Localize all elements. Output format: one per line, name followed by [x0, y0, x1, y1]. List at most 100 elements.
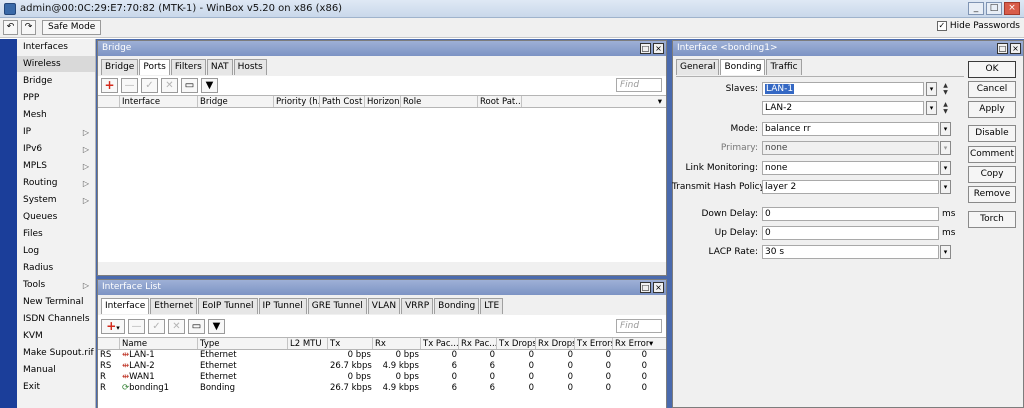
- enable-check-icon[interactable]: ✓: [148, 318, 165, 334]
- column-rx[interactable]: Rx: [373, 338, 421, 349]
- column-tx-drops[interactable]: Tx Drops: [497, 338, 536, 349]
- menu-item-queues[interactable]: Queues: [17, 209, 95, 226]
- menu-item-new-terminal[interactable]: New Terminal: [17, 294, 95, 311]
- menu-item-ip[interactable]: IP ▷: [17, 124, 95, 141]
- menu-item-radius[interactable]: Radius: [17, 260, 95, 277]
- menu-item-make-supout[interactable]: Make Supout.rif: [17, 345, 95, 362]
- tab-bonding[interactable]: Bonding: [720, 59, 766, 75]
- tab-gre-tunnel[interactable]: GRE Tunnel: [307, 298, 367, 314]
- link-monitoring-select[interactable]: none: [762, 161, 939, 175]
- column-priority[interactable]: Priority (h...: [274, 96, 320, 107]
- column-tx-packets[interactable]: Tx Pac...: [421, 338, 459, 349]
- find-input[interactable]: Find: [616, 319, 662, 333]
- tab-interface[interactable]: Interface: [101, 298, 150, 314]
- tab-hosts[interactable]: Hosts: [233, 59, 267, 75]
- find-input[interactable]: Find: [616, 78, 662, 92]
- column-path-cost[interactable]: Path Cost: [320, 96, 365, 107]
- menu-item-log[interactable]: Log: [17, 243, 95, 260]
- tab-ethernet[interactable]: Ethernet: [150, 298, 198, 314]
- lacp-rate-dropdown-icon[interactable]: ▾: [940, 245, 951, 259]
- tab-lte[interactable]: LTE: [480, 298, 504, 314]
- table-row[interactable]: RS ⇹LAN-1 Ethernet 0 bps 0 bps 0 0 0 0 0…: [98, 350, 666, 361]
- slave-2-select[interactable]: LAN-2: [762, 101, 924, 115]
- close-button[interactable]: ×: [1004, 2, 1020, 15]
- link-monitoring-dropdown-icon[interactable]: ▾: [940, 161, 951, 175]
- menu-item-ppp[interactable]: PPP: [17, 90, 95, 107]
- column-rx-packets[interactable]: Rx Pac...: [459, 338, 497, 349]
- add-icon[interactable]: +: [101, 78, 118, 93]
- tab-bridge[interactable]: Bridge: [101, 59, 139, 75]
- slave-1-dropdown-icon[interactable]: ▾: [926, 82, 937, 96]
- menu-item-wireless[interactable]: Wireless: [17, 56, 95, 73]
- column-rx-errors[interactable]: Rx Errors: [613, 338, 649, 349]
- column-horizon[interactable]: Horizon: [365, 96, 401, 107]
- remove-icon[interactable]: —: [128, 318, 145, 334]
- cancel-button[interactable]: Cancel: [968, 81, 1016, 98]
- columns-dropdown-icon[interactable]: ▾: [649, 338, 666, 349]
- disable-x-icon[interactable]: ✕: [168, 318, 185, 334]
- restore-icon[interactable]: □: [997, 43, 1008, 54]
- ok-button[interactable]: OK: [968, 61, 1016, 78]
- tab-ip-tunnel[interactable]: IP Tunnel: [258, 298, 307, 314]
- remove-icon[interactable]: —: [121, 78, 138, 93]
- menu-item-manual[interactable]: Manual: [17, 362, 95, 379]
- minimize-button[interactable]: _: [968, 2, 984, 15]
- slave-1-select[interactable]: LAN-1: [762, 82, 924, 96]
- close-icon[interactable]: ×: [653, 282, 664, 293]
- lacp-rate-select[interactable]: 30 s: [762, 245, 939, 259]
- comment-icon[interactable]: ▭: [188, 318, 205, 334]
- tab-bonding[interactable]: Bonding: [434, 298, 480, 314]
- column-l2mtu[interactable]: L2 MTU: [288, 338, 328, 349]
- disable-x-icon[interactable]: ✕: [161, 78, 178, 93]
- hash-policy-select[interactable]: layer 2: [762, 180, 939, 194]
- mode-select[interactable]: balance rr: [762, 122, 939, 136]
- restore-icon[interactable]: □: [640, 43, 651, 54]
- undo-icon[interactable]: ↶: [3, 20, 18, 35]
- safe-mode-button[interactable]: Safe Mode: [42, 20, 102, 35]
- maximize-button[interactable]: □: [986, 2, 1002, 15]
- column-tx-errors[interactable]: Tx Errors: [575, 338, 613, 349]
- menu-item-exit[interactable]: Exit: [17, 379, 95, 396]
- torch-button[interactable]: Torch: [968, 211, 1016, 228]
- menu-item-tools[interactable]: Tools ▷: [17, 277, 95, 294]
- disable-button[interactable]: Disable: [968, 125, 1016, 142]
- slave-2-updown-icon[interactable]: ▲ ▼: [941, 101, 950, 115]
- redo-icon[interactable]: ↷: [21, 20, 36, 35]
- menu-item-files[interactable]: Files: [17, 226, 95, 243]
- checkbox-checked-icon[interactable]: ✓: [936, 21, 947, 31]
- comment-icon[interactable]: ▭: [181, 78, 198, 93]
- apply-button[interactable]: Apply: [968, 101, 1016, 118]
- add-dropdown-icon[interactable]: +▾: [101, 318, 125, 334]
- primary-select[interactable]: none: [762, 141, 939, 155]
- close-icon[interactable]: ×: [1010, 43, 1021, 54]
- remove-button[interactable]: Remove: [968, 186, 1016, 203]
- tab-nat[interactable]: NAT: [206, 59, 233, 75]
- column-interface[interactable]: Interface: [120, 96, 198, 107]
- tab-eoip-tunnel[interactable]: EoIP Tunnel: [198, 298, 258, 314]
- menu-item-ipv6[interactable]: IPv6 ▷: [17, 141, 95, 158]
- table-row[interactable]: RS ⇹LAN-2 Ethernet 26.7 kbps 4.9 kbps 6 …: [98, 361, 666, 372]
- tab-ports[interactable]: Ports: [139, 59, 170, 75]
- slave-1-updown-icon[interactable]: ▲ ▼: [941, 82, 950, 96]
- filter-icon[interactable]: ▼: [208, 318, 225, 334]
- menu-item-interfaces[interactable]: Interfaces: [17, 39, 95, 56]
- primary-dropdown-icon[interactable]: ▾: [940, 141, 951, 155]
- menu-item-kvm[interactable]: KVM: [17, 328, 95, 345]
- mode-dropdown-icon[interactable]: ▾: [940, 122, 951, 136]
- tab-traffic[interactable]: Traffic: [766, 59, 802, 75]
- down-delay-input[interactable]: 0: [762, 207, 939, 221]
- up-delay-input[interactable]: 0: [762, 226, 939, 240]
- tab-vlan[interactable]: VLAN: [367, 298, 401, 314]
- column-tx[interactable]: Tx: [328, 338, 373, 349]
- hash-policy-dropdown-icon[interactable]: ▾: [940, 180, 951, 194]
- column-role[interactable]: Role: [401, 96, 478, 107]
- columns-dropdown-icon[interactable]: ▾: [522, 96, 666, 107]
- menu-item-routing[interactable]: Routing ▷: [17, 175, 95, 192]
- menu-item-mesh[interactable]: Mesh: [17, 107, 95, 124]
- column-root-path[interactable]: Root Pat...: [478, 96, 522, 107]
- hide-passwords-toggle[interactable]: ✓ Hide Passwords: [936, 21, 1020, 31]
- copy-button[interactable]: Copy: [968, 166, 1016, 183]
- table-row[interactable]: R ⟳bonding1 Bonding 26.7 kbps 4.9 kbps 6…: [98, 383, 666, 394]
- column-bridge[interactable]: Bridge: [198, 96, 274, 107]
- tab-filters[interactable]: Filters: [170, 59, 206, 75]
